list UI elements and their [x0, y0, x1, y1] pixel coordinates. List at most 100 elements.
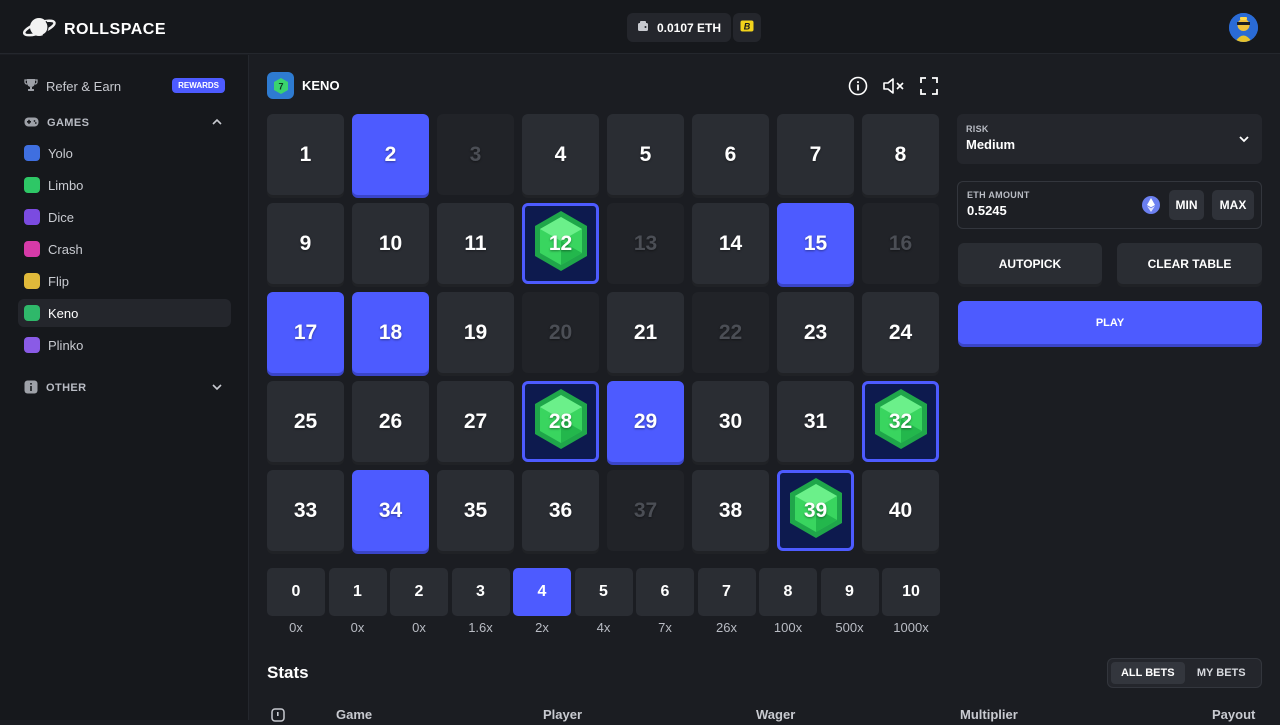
sidebar-section-other[interactable]: OTHER: [18, 374, 231, 402]
keno-tile[interactable]: 6: [692, 114, 769, 195]
keno-tile[interactable]: 28: [522, 381, 599, 462]
tile-number: 29: [633, 409, 658, 433]
payout-hits: 7: [697, 568, 756, 616]
payout-hits: 9: [820, 568, 879, 616]
keno-tile[interactable]: 15: [777, 203, 854, 284]
keno-tile[interactable]: 17: [267, 292, 344, 373]
tile-number: 27: [463, 409, 488, 433]
keno-tile[interactable]: 1: [267, 114, 344, 195]
chevron-down-icon[interactable]: [211, 381, 223, 396]
keno-tile[interactable]: 19: [437, 292, 514, 373]
avatar[interactable]: [1229, 13, 1258, 42]
sidebar-item-flip[interactable]: Flip: [18, 267, 231, 295]
keno-tile[interactable]: 35: [437, 470, 514, 551]
tile-number: 3: [469, 142, 482, 166]
keno-tile[interactable]: 26: [352, 381, 429, 462]
tile-number: 32: [888, 409, 913, 433]
sidebar: Refer & Earn REWARDS GAMES OTHER Yolo Lim…: [0, 55, 249, 720]
eth-amount-field[interactable]: ETH AMOUNT 0.5245 MIN MAX: [957, 181, 1262, 229]
keno-tile[interactable]: 39: [777, 470, 854, 551]
autopick-button[interactable]: AUTOPICK: [958, 243, 1102, 284]
token-button[interactable]: B: [733, 13, 761, 42]
sidebar-item-label: Yolo: [48, 145, 73, 161]
payout-hits: 3: [451, 568, 510, 616]
sidebar-item-yolo[interactable]: Yolo: [18, 139, 231, 167]
info-icon[interactable]: [847, 75, 869, 97]
payout-multiplier: 0x: [350, 620, 365, 635]
payout-multiplier: 4x: [596, 620, 611, 635]
sidebar-item-dice[interactable]: Dice: [18, 203, 231, 231]
keno-tile[interactable]: 9: [267, 203, 344, 284]
keno-tile[interactable]: 16: [862, 203, 939, 284]
planet-icon: [22, 14, 56, 45]
min-button[interactable]: MIN: [1169, 190, 1204, 220]
keno-tile[interactable]: 7: [777, 114, 854, 195]
clear-table-button[interactable]: CLEAR TABLE: [1117, 243, 1262, 284]
keno-tile[interactable]: 37: [607, 470, 684, 551]
risk-label: RISK: [966, 124, 989, 134]
tab-all-bets[interactable]: ALL BETS: [1111, 662, 1185, 684]
payout-hits: 0: [267, 568, 325, 616]
mute-icon[interactable]: [882, 75, 906, 97]
rewards-badge[interactable]: REWARDS: [172, 78, 225, 93]
amount-value[interactable]: 0.5245: [967, 203, 1252, 218]
sidebar-item-limbo[interactable]: Limbo: [18, 171, 231, 199]
brand-name: ROLLSPACE: [64, 20, 166, 38]
sidebar-section-games[interactable]: GAMES: [18, 109, 231, 137]
play-button[interactable]: PLAY: [958, 301, 1262, 344]
keno-tile[interactable]: 30: [692, 381, 769, 462]
game-column-icon: [271, 708, 285, 725]
payout-hits: 4: [513, 568, 571, 616]
keno-tile[interactable]: 18: [352, 292, 429, 373]
sidebar-item-refer[interactable]: Refer & Earn REWARDS: [18, 72, 231, 100]
keno-tile[interactable]: 36: [522, 470, 599, 551]
keno-tile[interactable]: 20: [522, 292, 599, 373]
sidebar-item-crash[interactable]: Crash: [18, 235, 231, 263]
sidebar-item-label: Refer & Earn: [46, 78, 122, 94]
keno-tile[interactable]: 5: [607, 114, 684, 195]
keno-tile[interactable]: 24: [862, 292, 939, 373]
keno-tile[interactable]: 10: [352, 203, 429, 284]
keno-tile[interactable]: 40: [862, 470, 939, 551]
tile-number: 4: [554, 142, 567, 166]
keno-tile[interactable]: 23: [777, 292, 854, 373]
keno-tile[interactable]: 14: [692, 203, 769, 284]
tile-number: 39: [803, 498, 828, 522]
keno-tile[interactable]: 34: [352, 470, 429, 551]
keno-tile[interactable]: 4: [522, 114, 599, 195]
games-section-title: GAMES: [47, 117, 90, 129]
keno-tile[interactable]: 33: [267, 470, 344, 551]
tile-number: 26: [378, 409, 403, 433]
wallet-balance[interactable]: 0.0107 ETH: [627, 13, 732, 42]
keno-tile[interactable]: 8: [862, 114, 939, 195]
brand-logo[interactable]: ROLLSPACE: [22, 14, 166, 45]
keno-tile[interactable]: 21: [607, 292, 684, 373]
fullscreen-icon[interactable]: [918, 75, 940, 97]
keno-tile[interactable]: 25: [267, 381, 344, 462]
keno-tile[interactable]: 22: [692, 292, 769, 373]
risk-select[interactable]: RISK Medium: [957, 114, 1262, 164]
keno-tile[interactable]: 11: [437, 203, 514, 284]
sidebar-item-plinko[interactable]: Plinko: [18, 331, 231, 359]
keno-tile[interactable]: 2: [352, 114, 429, 195]
keno-tile[interactable]: 38: [692, 470, 769, 551]
keno-tile[interactable]: 27: [437, 381, 514, 462]
keno-tile[interactable]: 12: [522, 203, 599, 284]
chevron-up-icon[interactable]: [211, 116, 223, 131]
tab-my-bets[interactable]: MY BETS: [1185, 662, 1259, 684]
keno-tile[interactable]: 13: [607, 203, 684, 284]
keno-tile[interactable]: 32: [862, 381, 939, 462]
keno-tile[interactable]: 29: [607, 381, 684, 462]
keno-tile[interactable]: 3: [437, 114, 514, 195]
payout-multiplier: 0x: [412, 620, 426, 635]
tile-number: 20: [548, 320, 573, 344]
game-title: KENO: [302, 78, 340, 93]
max-button[interactable]: MAX: [1212, 190, 1254, 220]
keno-tile[interactable]: 31: [777, 381, 854, 462]
keno-icon: 7: [267, 72, 294, 99]
tile-number: 37: [633, 498, 658, 522]
game-header: 7 KENO: [267, 72, 340, 99]
stats-title: Stats: [267, 663, 309, 682]
sidebar-item-keno[interactable]: Keno: [18, 299, 231, 327]
tile-number: 18: [378, 320, 403, 344]
